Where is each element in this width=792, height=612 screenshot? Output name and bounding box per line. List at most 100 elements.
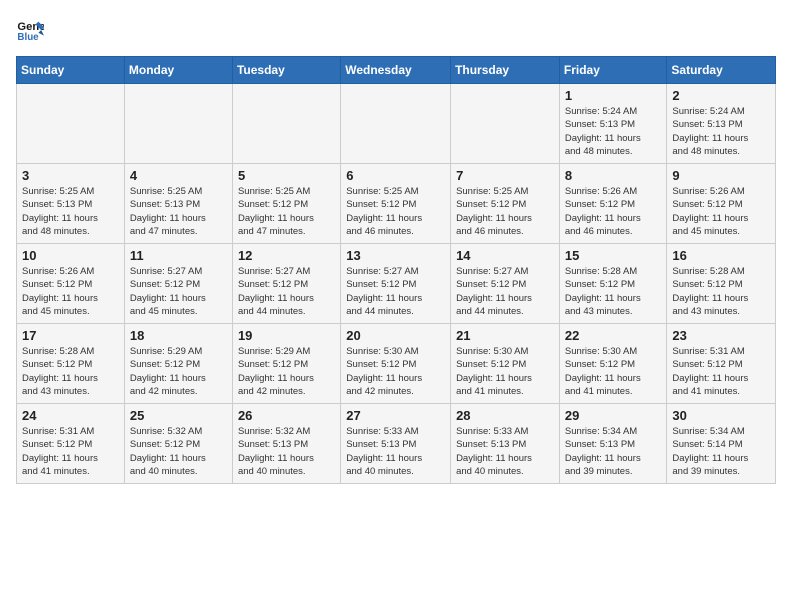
column-header-sunday: Sunday: [17, 57, 125, 84]
day-number: 14: [456, 248, 554, 263]
day-info: Sunrise: 5:24 AM Sunset: 5:13 PM Dayligh…: [672, 105, 770, 158]
calendar-cell: 7 Sunrise: 5:25 AM Sunset: 5:12 PM Daylig…: [451, 164, 560, 244]
calendar-cell: 19Sunrise: 5:29 AM Sunset: 5:12 PM Dayli…: [232, 324, 340, 404]
week-row-5: 24 Sunrise: 5:31 AM Sunset: 5:12 PM Dayli…: [17, 404, 776, 484]
day-info: Sunrise: 5:25 AM Sunset: 5:13 PM Dayligh…: [130, 185, 227, 238]
day-number: 7: [456, 168, 554, 183]
logo-icon: General Blue: [16, 16, 44, 44]
day-number: 22: [565, 328, 662, 343]
calendar-cell: 3 Sunrise: 5:25 AM Sunset: 5:13 PM Daylig…: [17, 164, 125, 244]
day-info: Sunrise: 5:33 AM Sunset: 5:13 PM Dayligh…: [346, 425, 445, 478]
calendar-cell: 18 Sunrise: 5:29 AM Sunset: 5:12 PM Dayli…: [124, 324, 232, 404]
day-number: 16: [672, 248, 770, 263]
calendar-cell: 5Sunrise: 5:25 AM Sunset: 5:12 PM Daylig…: [232, 164, 340, 244]
day-info: Sunrise: 5:29 AM Sunset: 5:12 PM Dayligh…: [130, 345, 227, 398]
day-info: Sunrise: 5:31 AM Sunset: 5:12 PM Dayligh…: [672, 345, 770, 398]
day-number: 17: [22, 328, 119, 343]
day-info: Sunrise: 5:27 AM Sunset: 5:12 PM Dayligh…: [456, 265, 554, 318]
calendar-cell: 8Sunrise: 5:26 AM Sunset: 5:12 PM Daylig…: [559, 164, 667, 244]
column-header-tuesday: Tuesday: [232, 57, 340, 84]
week-row-2: 3 Sunrise: 5:25 AM Sunset: 5:13 PM Daylig…: [17, 164, 776, 244]
column-header-wednesday: Wednesday: [341, 57, 451, 84]
calendar-cell: 16 Sunrise: 5:28 AM Sunset: 5:12 PM Dayli…: [667, 244, 776, 324]
day-number: 26: [238, 408, 335, 423]
calendar-cell: 2 Sunrise: 5:24 AM Sunset: 5:13 PM Daylig…: [667, 84, 776, 164]
calendar-cell: 20Sunrise: 5:30 AM Sunset: 5:12 PM Dayli…: [341, 324, 451, 404]
day-number: 10: [22, 248, 119, 263]
calendar-cell: 12Sunrise: 5:27 AM Sunset: 5:12 PM Dayli…: [232, 244, 340, 324]
day-info: Sunrise: 5:28 AM Sunset: 5:12 PM Dayligh…: [672, 265, 770, 318]
week-row-1: 1 Sunrise: 5:24 AM Sunset: 5:13 PM Daylig…: [17, 84, 776, 164]
column-header-monday: Monday: [124, 57, 232, 84]
day-number: 1: [565, 88, 662, 103]
logo: General Blue: [16, 16, 48, 44]
calendar-cell: [124, 84, 232, 164]
day-info: Sunrise: 5:33 AM Sunset: 5:13 PM Dayligh…: [456, 425, 554, 478]
day-info: Sunrise: 5:32 AM Sunset: 5:12 PM Dayligh…: [130, 425, 227, 478]
day-info: Sunrise: 5:27 AM Sunset: 5:12 PM Dayligh…: [346, 265, 445, 318]
day-number: 9: [672, 168, 770, 183]
day-info: Sunrise: 5:25 AM Sunset: 5:12 PM Dayligh…: [346, 185, 445, 238]
day-number: 2: [672, 88, 770, 103]
calendar-cell: 10 Sunrise: 5:26 AM Sunset: 5:12 PM Dayli…: [17, 244, 125, 324]
day-number: 4: [130, 168, 227, 183]
day-number: 29: [565, 408, 662, 423]
day-number: 25: [130, 408, 227, 423]
calendar-cell: [341, 84, 451, 164]
svg-text:Blue: Blue: [17, 32, 39, 43]
calendar-cell: 1 Sunrise: 5:24 AM Sunset: 5:13 PM Daylig…: [559, 84, 667, 164]
calendar-cell: 11 Sunrise: 5:27 AM Sunset: 5:12 PM Dayli…: [124, 244, 232, 324]
calendar-cell: 21Sunrise: 5:30 AM Sunset: 5:12 PM Dayli…: [451, 324, 560, 404]
calendar-cell: 27 Sunrise: 5:33 AM Sunset: 5:13 PM Dayli…: [341, 404, 451, 484]
day-number: 15: [565, 248, 662, 263]
calendar-cell: 30Sunrise: 5:34 AM Sunset: 5:14 PM Dayli…: [667, 404, 776, 484]
day-info: Sunrise: 5:28 AM Sunset: 5:12 PM Dayligh…: [565, 265, 662, 318]
calendar-cell: 25 Sunrise: 5:32 AM Sunset: 5:12 PM Dayli…: [124, 404, 232, 484]
day-number: 13: [346, 248, 445, 263]
day-number: 11: [130, 248, 227, 263]
day-info: Sunrise: 5:25 AM Sunset: 5:13 PM Dayligh…: [22, 185, 119, 238]
day-info: Sunrise: 5:34 AM Sunset: 5:14 PM Dayligh…: [672, 425, 770, 478]
calendar-cell: [17, 84, 125, 164]
day-number: 18: [130, 328, 227, 343]
day-info: Sunrise: 5:31 AM Sunset: 5:12 PM Dayligh…: [22, 425, 119, 478]
day-info: Sunrise: 5:30 AM Sunset: 5:12 PM Dayligh…: [346, 345, 445, 398]
calendar-cell: 28 Sunrise: 5:33 AM Sunset: 5:13 PM Dayli…: [451, 404, 560, 484]
calendar-cell: 24 Sunrise: 5:31 AM Sunset: 5:12 PM Dayli…: [17, 404, 125, 484]
calendar-table: SundayMondayTuesdayWednesdayThursdayFrid…: [16, 56, 776, 484]
day-number: 3: [22, 168, 119, 183]
calendar-cell: 13 Sunrise: 5:27 AM Sunset: 5:12 PM Dayli…: [341, 244, 451, 324]
calendar-cell: 15 Sunrise: 5:28 AM Sunset: 5:12 PM Dayli…: [559, 244, 667, 324]
day-info: Sunrise: 5:24 AM Sunset: 5:13 PM Dayligh…: [565, 105, 662, 158]
day-info: Sunrise: 5:26 AM Sunset: 5:12 PM Dayligh…: [22, 265, 119, 318]
calendar-cell: 17 Sunrise: 5:28 AM Sunset: 5:12 PM Dayli…: [17, 324, 125, 404]
calendar-cell: [451, 84, 560, 164]
calendar-header-row: SundayMondayTuesdayWednesdayThursdayFrid…: [17, 57, 776, 84]
day-number: 24: [22, 408, 119, 423]
day-number: 12: [238, 248, 335, 263]
day-number: 27: [346, 408, 445, 423]
calendar-cell: [232, 84, 340, 164]
week-row-3: 10 Sunrise: 5:26 AM Sunset: 5:12 PM Dayli…: [17, 244, 776, 324]
calendar-cell: 14 Sunrise: 5:27 AM Sunset: 5:12 PM Dayli…: [451, 244, 560, 324]
day-info: Sunrise: 5:30 AM Sunset: 5:12 PM Dayligh…: [565, 345, 662, 398]
day-number: 21: [456, 328, 554, 343]
day-number: 6: [346, 168, 445, 183]
column-header-thursday: Thursday: [451, 57, 560, 84]
calendar-cell: 26 Sunrise: 5:32 AM Sunset: 5:13 PM Dayli…: [232, 404, 340, 484]
calendar-cell: 6 Sunrise: 5:25 AM Sunset: 5:12 PM Daylig…: [341, 164, 451, 244]
day-number: 28: [456, 408, 554, 423]
day-info: Sunrise: 5:28 AM Sunset: 5:12 PM Dayligh…: [22, 345, 119, 398]
day-info: Sunrise: 5:32 AM Sunset: 5:13 PM Dayligh…: [238, 425, 335, 478]
week-row-4: 17 Sunrise: 5:28 AM Sunset: 5:12 PM Dayli…: [17, 324, 776, 404]
day-info: Sunrise: 5:34 AM Sunset: 5:13 PM Dayligh…: [565, 425, 662, 478]
day-info: Sunrise: 5:25 AM Sunset: 5:12 PM Dayligh…: [456, 185, 554, 238]
calendar-cell: 22 Sunrise: 5:30 AM Sunset: 5:12 PM Dayli…: [559, 324, 667, 404]
day-info: Sunrise: 5:25 AM Sunset: 5:12 PM Dayligh…: [238, 185, 335, 238]
day-info: Sunrise: 5:26 AM Sunset: 5:12 PM Dayligh…: [565, 185, 662, 238]
calendar-cell: 29 Sunrise: 5:34 AM Sunset: 5:13 PM Dayli…: [559, 404, 667, 484]
page-header: General Blue: [16, 16, 776, 44]
calendar-cell: 9Sunrise: 5:26 AM Sunset: 5:12 PM Daylig…: [667, 164, 776, 244]
day-info: Sunrise: 5:27 AM Sunset: 5:12 PM Dayligh…: [130, 265, 227, 318]
day-number: 19: [238, 328, 335, 343]
